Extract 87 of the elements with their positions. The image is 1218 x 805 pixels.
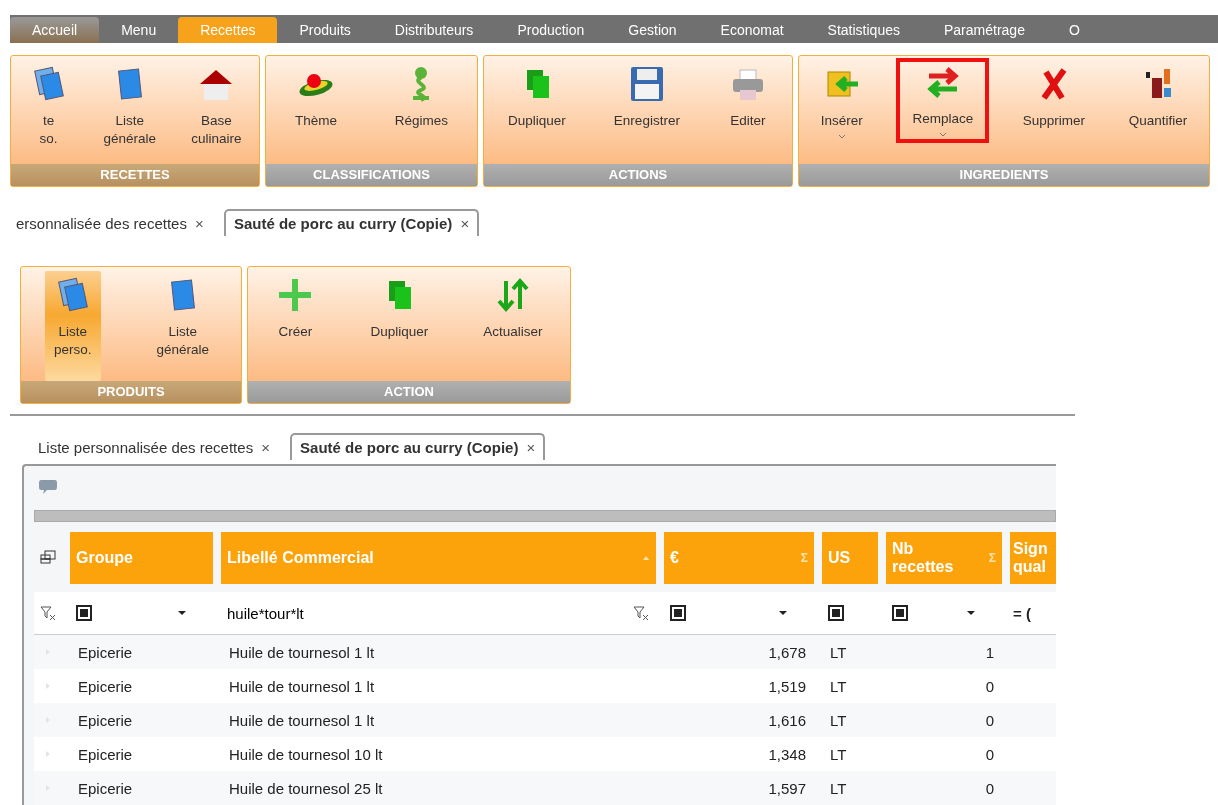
group-title: INGREDIENTS: [799, 164, 1209, 186]
caret-icon[interactable]: [177, 610, 187, 616]
table-cell: 0: [985, 677, 994, 695]
ribbon-button[interactable]: Dupliquer: [362, 271, 437, 346]
table-cell: LT: [830, 779, 847, 797]
filter-checkbox[interactable]: [828, 605, 844, 621]
close-icon[interactable]: ×: [195, 215, 204, 232]
header-label: Libellé Commercial: [227, 549, 375, 567]
group-title: ACTION: [248, 381, 570, 403]
filter-operator[interactable]: = (: [1013, 604, 1031, 622]
table-cell: Epicerie: [78, 745, 133, 763]
table-cell: 1,616: [768, 711, 806, 729]
caret-icon: [938, 132, 947, 138]
filter-checkbox[interactable]: [670, 605, 686, 621]
ribbon-button[interactable]: Dupliquer: [500, 60, 574, 135]
ribbon-button[interactable]: Enregistrer: [605, 60, 688, 135]
group-title: ACTIONS: [484, 164, 792, 186]
table-cell: LT: [830, 711, 847, 729]
caret-icon: [837, 134, 846, 140]
ribbon-button[interactable]: Actualiser: [475, 271, 551, 346]
table-cell: Huile de tournesol 1 lt: [229, 643, 375, 661]
menu-tab[interactable]: Economat: [698, 17, 806, 43]
ribbon-button[interactable]: Thème: [286, 60, 345, 135]
caret-icon[interactable]: [778, 610, 788, 616]
menu-tab[interactable]: Distributeurs: [372, 17, 496, 43]
table-cell: 1,597: [768, 779, 806, 797]
sum-icon: Σ: [800, 551, 808, 565]
document-tab[interactable]: ersonnalisée des recettes ×: [8, 211, 212, 236]
menu-tab[interactable]: O: [1046, 17, 1102, 43]
table-cell: 1,348: [768, 745, 806, 763]
speech-bubble-icon: [38, 478, 58, 496]
table-cell: Huile de tournesol 1 lt: [229, 711, 375, 729]
ribbon-button[interactable]: Quantifier: [1120, 60, 1196, 135]
header-label: US: [828, 549, 852, 567]
caret-icon[interactable]: [966, 610, 976, 616]
menu-tab[interactable]: Paramétrage: [922, 17, 1047, 43]
ribbon-button[interactable]: Insérer: [812, 60, 871, 144]
menu-tab[interactable]: Production: [495, 17, 607, 43]
close-icon[interactable]: ×: [526, 439, 536, 456]
ribbon-button[interactable]: Régimes: [386, 60, 457, 135]
table-cell: 1: [985, 643, 994, 661]
menu-tab[interactable]: Gestion: [606, 17, 699, 43]
table-cell: Huile de tournesol 25 lt: [229, 779, 383, 797]
table-cell: 0: [985, 711, 994, 729]
ribbon-button[interactable]: Supprimer: [1014, 60, 1094, 135]
document-tab[interactable]: Sauté de porc au curry (Copie) ×: [290, 433, 546, 460]
table-cell: LT: [830, 745, 847, 763]
table-cell: LT: [830, 677, 847, 695]
table-cell: Epicerie: [78, 711, 133, 729]
table-cell: 0: [985, 779, 994, 797]
table-cell: Epicerie: [78, 677, 133, 695]
filter-checkbox[interactable]: [892, 605, 908, 621]
header-label: €: [670, 549, 680, 567]
ribbon-button[interactable]: Liste générale: [95, 60, 165, 153]
table-cell: Huile de tournesol 10 lt: [229, 745, 383, 763]
document-tab[interactable]: Sauté de porc au curry (Copie) ×: [223, 209, 480, 236]
header-label: Sign qual: [1013, 540, 1049, 576]
group-title: CLASSIFICATIONS: [266, 164, 477, 186]
close-icon[interactable]: ×: [261, 439, 271, 456]
table-cell: Epicerie: [78, 779, 133, 797]
table-cell: 1,678: [768, 643, 806, 661]
header-label: Nb recettes: [892, 540, 955, 576]
ribbon-button[interactable]: Liste générale: [148, 271, 218, 364]
ribbon-button[interactable]: Editer: [719, 60, 776, 135]
clear-filter-icon[interactable]: [632, 604, 650, 622]
menu-tab[interactable]: Menu: [99, 17, 179, 43]
ribbon-button[interactable]: Base culinaire: [183, 60, 250, 153]
table-cell: 1,519: [768, 677, 806, 695]
close-icon[interactable]: ×: [460, 215, 470, 232]
table-cell: Epicerie: [78, 643, 133, 661]
menu-tab[interactable]: Produits: [277, 17, 373, 43]
table-cell: 0: [985, 745, 994, 763]
sum-icon: Σ: [988, 551, 996, 565]
filter-input[interactable]: huile*tour*lt: [227, 604, 624, 622]
group-title: RECETTES: [11, 164, 259, 186]
menu-tab[interactable]: Accueil: [10, 17, 100, 43]
filter-checkbox[interactable]: [76, 605, 92, 621]
menu-tab[interactable]: Statistiques: [805, 17, 922, 43]
ribbon-button[interactable]: Créer: [267, 271, 324, 346]
ribbon-button[interactable]: te so.: [20, 60, 77, 153]
ribbon-button[interactable]: Remplace: [898, 60, 988, 142]
group-title: PRODUITS: [21, 381, 241, 403]
table-cell: LT: [830, 643, 847, 661]
header-label: Groupe: [76, 549, 134, 567]
document-tab[interactable]: Liste personnalisée des recettes ×: [30, 435, 279, 460]
table-cell: Huile de tournesol 1 lt: [229, 677, 375, 695]
ribbon-button[interactable]: Liste perso.: [44, 271, 101, 381]
